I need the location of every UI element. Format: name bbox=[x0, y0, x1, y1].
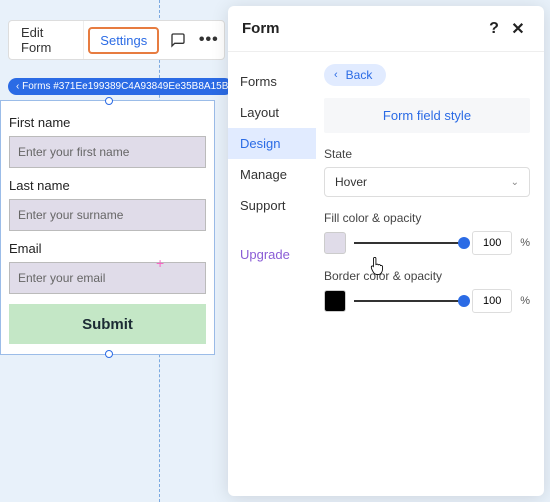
back-button[interactable]: ‹ Back bbox=[324, 64, 386, 86]
state-dropdown[interactable]: Hover ⌄ bbox=[324, 167, 530, 197]
slider-thumb[interactable] bbox=[458, 237, 470, 249]
nav-support[interactable]: Support bbox=[228, 190, 316, 221]
more-icon[interactable]: ••• bbox=[194, 31, 224, 49]
canvas-preview: Edit Form Settings ••• ‹ Forms #371Ee199… bbox=[0, 0, 225, 502]
fill-opacity-value[interactable]: 100 bbox=[472, 231, 512, 255]
state-value: Hover bbox=[335, 175, 367, 189]
percent-sign: % bbox=[520, 295, 530, 307]
help-icon[interactable]: ? bbox=[482, 20, 506, 38]
element-toolbar: Edit Form Settings ••• bbox=[8, 20, 225, 60]
edit-form-button[interactable]: Edit Form bbox=[9, 21, 84, 59]
border-label: Border color & opacity bbox=[324, 269, 530, 283]
panel-header: Form ? ✕ bbox=[228, 6, 544, 52]
state-label: State bbox=[324, 147, 530, 161]
nav-manage[interactable]: Manage bbox=[228, 159, 316, 190]
border-opacity-slider[interactable] bbox=[354, 300, 464, 302]
field-label: Email bbox=[9, 241, 206, 256]
close-icon[interactable]: ✕ bbox=[506, 19, 530, 39]
animation-icon[interactable] bbox=[163, 32, 193, 48]
back-label: Back bbox=[346, 68, 373, 82]
nav-upgrade[interactable]: Upgrade bbox=[228, 239, 316, 270]
breadcrumb[interactable]: ‹ Forms #371Ee199389C4A93849Ee35B8A15B7C… bbox=[8, 78, 233, 95]
settings-button[interactable]: Settings bbox=[88, 27, 159, 54]
settings-panel: Form ? ✕ Forms Layout Design Manage Supp… bbox=[228, 6, 544, 496]
panel-side-nav: Forms Layout Design Manage Support Upgra… bbox=[228, 52, 316, 496]
submit-button[interactable]: Submit bbox=[9, 304, 206, 344]
slider-thumb[interactable] bbox=[458, 295, 470, 307]
border-opacity-value[interactable]: 100 bbox=[472, 289, 512, 313]
panel-title: Form bbox=[242, 20, 482, 37]
border-color-swatch[interactable] bbox=[324, 290, 346, 312]
percent-sign: % bbox=[520, 237, 530, 249]
nav-forms[interactable]: Forms bbox=[228, 66, 316, 97]
field-label: First name bbox=[9, 115, 206, 130]
fill-label: Fill color & opacity bbox=[324, 211, 530, 225]
first-name-input[interactable]: Enter your first name bbox=[9, 136, 206, 168]
add-handle-icon[interactable]: + bbox=[156, 255, 164, 271]
form-element[interactable]: First name Enter your first name Last na… bbox=[0, 100, 215, 355]
nav-design[interactable]: Design bbox=[228, 128, 316, 159]
field-label: Last name bbox=[9, 178, 206, 193]
nav-layout[interactable]: Layout bbox=[228, 97, 316, 128]
fill-opacity-slider[interactable] bbox=[354, 242, 464, 244]
chevron-left-icon: ‹ bbox=[334, 69, 338, 81]
email-input[interactable]: Enter your email bbox=[9, 262, 206, 294]
panel-content: ‹ Back Form field style State Hover ⌄ Fi… bbox=[316, 52, 544, 496]
last-name-input[interactable]: Enter your surname bbox=[9, 199, 206, 231]
chevron-down-icon: ⌄ bbox=[511, 177, 519, 188]
fill-color-swatch[interactable] bbox=[324, 232, 346, 254]
section-title: Form field style bbox=[324, 98, 530, 133]
